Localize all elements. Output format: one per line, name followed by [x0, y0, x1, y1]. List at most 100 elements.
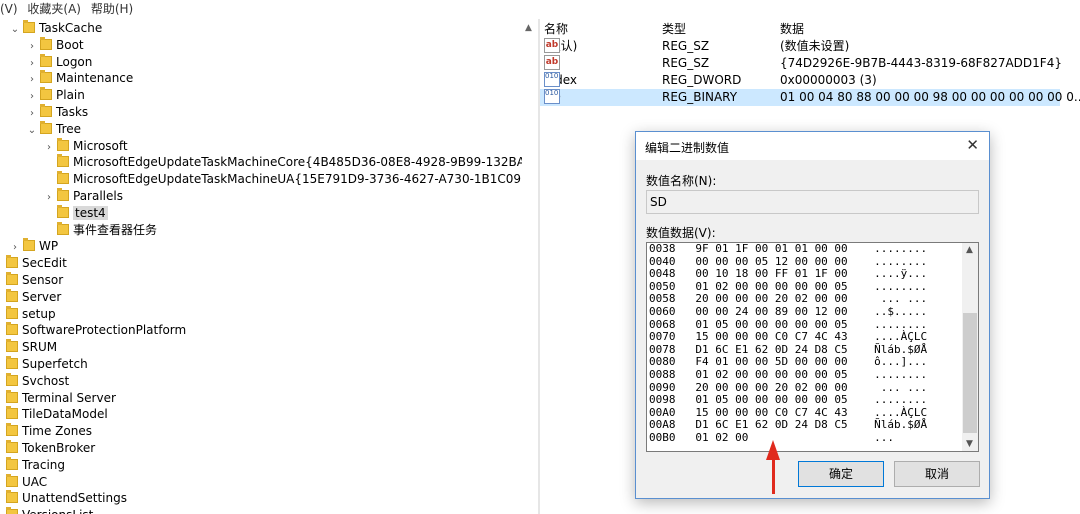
tree-node[interactable]: Superfetch: [0, 356, 88, 373]
tree-node[interactable]: MicrosoftEdgeUpdateTaskMachineCore{4B485…: [43, 154, 522, 171]
tree-node-label: Tasks: [56, 105, 89, 119]
tree-node[interactable]: › Plain: [26, 87, 85, 104]
close-icon[interactable]: ✕: [966, 136, 979, 154]
tree-node[interactable]: test4: [43, 204, 108, 222]
tree-node-label: TaskCache: [39, 21, 103, 35]
value-data-cell: 01 00 04 80 88 00 00 00 98 00 00 00 00 0…: [780, 90, 1080, 104]
cancel-button[interactable]: 取消: [894, 461, 980, 487]
tree-node[interactable]: › Maintenance: [26, 70, 133, 87]
tree-node[interactable]: › Tasks: [26, 104, 88, 121]
chevron-right-icon[interactable]: ›: [26, 71, 38, 88]
chevron-right-icon[interactable]: ›: [26, 105, 38, 122]
tree-node[interactable]: SRUM: [0, 339, 57, 356]
tree-node-label: UAC: [22, 474, 48, 489]
tree-node-label: Tree: [56, 121, 82, 136]
tree-node-label: VersionsList: [22, 508, 93, 514]
chevron-right-icon[interactable]: ›: [43, 139, 55, 156]
tree-node[interactable]: › Boot: [26, 36, 84, 55]
tree-node-label: Plain: [56, 88, 85, 103]
value-name-cell: ab (默认): [544, 38, 577, 55]
chevron-down-icon[interactable]: ⌄: [9, 21, 21, 38]
tree-node-label: SoftwareProtectionPlatform: [22, 323, 187, 338]
menu-view[interactable]: (V): [0, 2, 18, 16]
chevron-right-icon[interactable]: ›: [26, 55, 38, 72]
tree-node[interactable]: Svchost: [0, 372, 69, 390]
tree-node[interactable]: Sensor: [0, 272, 63, 289]
hex-line[interactable]: 0038 9F 01 1F 00 01 01 00 00 ........: [649, 243, 927, 256]
list-item[interactable]: ab (默认) REG_SZ (数值未设置): [540, 38, 1060, 55]
tree-node-label: setup: [22, 306, 56, 321]
tree-node[interactable]: SecEdit: [0, 255, 67, 272]
tree-node[interactable]: › WP: [9, 238, 58, 255]
ok-button[interactable]: 确定: [798, 461, 884, 487]
hex-line[interactable]: 0098 01 05 00 00 00 00 00 05 ........: [649, 394, 927, 407]
folder-icon: [23, 20, 35, 33]
chevron-right-icon[interactable]: ›: [43, 189, 55, 206]
dialog-titlebar[interactable]: 编辑二进制数值 ✕: [636, 132, 989, 160]
hex-editor[interactable]: ▲ ▼ 0038 9F 01 1F 00 01 01 00 00 .......…: [646, 242, 979, 452]
folder-icon: [40, 87, 52, 101]
tree-node-label: Boot: [56, 37, 84, 52]
chevron-right-icon[interactable]: ›: [26, 88, 38, 105]
folder-icon: [23, 238, 35, 252]
column-header-type[interactable]: 类型: [662, 21, 686, 38]
list-item[interactable]: abId REG_SZ {74D2926E-9B7B-4443-8319-68F82…: [540, 55, 1062, 72]
tree-node[interactable]: ⌄ TaskCache: [9, 20, 102, 37]
binary-value-icon: 010 110: [544, 89, 560, 104]
scroll-down-arrow-icon[interactable]: ▼: [966, 439, 973, 449]
tree-node[interactable]: Time Zones: [0, 423, 92, 440]
hex-line[interactable]: 0088 01 02 00 00 00 00 00 05 ........: [649, 368, 927, 382]
list-item[interactable]: 010 110SD REG_BINARY 01 00 04 80 88 00 00 …: [540, 89, 1080, 106]
list-item[interactable]: 010 110Index REG_DWORD 0x00000003 (3): [540, 72, 1060, 89]
hex-line[interactable]: 0048 00 10 18 00 FF 01 1F 00 ....ÿ...: [649, 268, 927, 281]
tree-node-label: MicrosoftEdgeUpdateTaskMachineCore{4B485…: [73, 155, 522, 170]
hex-line[interactable]: 0070 15 00 00 00 C0 C7 4C 43 ....ÀÇLC: [649, 331, 927, 344]
tree-node-label: MicrosoftEdgeUpdateTaskMachineUA{15E791D…: [73, 172, 522, 187]
tree-node[interactable]: setup: [0, 305, 56, 323]
tree-node[interactable]: › Microsoft: [43, 137, 128, 156]
chevron-right-icon[interactable]: ›: [26, 38, 38, 55]
hex-line[interactable]: 0060 00 00 24 00 89 00 12 00 ..$.....: [649, 305, 927, 319]
folder-icon: [57, 137, 69, 151]
tree-node[interactable]: UAC: [0, 473, 48, 491]
tree-node[interactable]: Terminal Server: [0, 389, 116, 407]
folder-icon: [57, 204, 69, 218]
value-name-cell: 010 110Index: [544, 72, 577, 89]
chevron-down-icon[interactable]: ⌄: [26, 122, 38, 139]
scroll-up-arrow-icon[interactable]: ▲: [966, 245, 973, 255]
tree-node[interactable]: UnattendSettings: [0, 490, 127, 507]
folder-icon: [6, 372, 18, 386]
tree-node-label: Microsoft: [73, 138, 128, 153]
string-value-icon: ab: [544, 38, 560, 53]
scroll-thumb[interactable]: [963, 313, 977, 433]
value-type-cell: REG_SZ: [662, 39, 710, 53]
tree-node-label: Terminal Server: [22, 390, 116, 405]
tree-node[interactable]: 事件查看器任务: [43, 221, 157, 239]
tree-scrollbar[interactable]: ▲: [522, 19, 539, 514]
column-header-name[interactable]: 名称: [544, 21, 568, 38]
menu-favorites[interactable]: 收藏夹(A): [27, 2, 81, 16]
binary-value-icon: 010 110: [544, 72, 560, 87]
scroll-up-arrow-icon[interactable]: ▲: [525, 23, 532, 33]
red-arrow-shaft: [772, 458, 775, 494]
tree-node[interactable]: VersionsList: [0, 507, 93, 514]
tree-node[interactable]: › Parallels: [43, 188, 123, 205]
tree-node[interactable]: ⌄ Tree: [26, 120, 82, 139]
tree-node-label: SecEdit: [22, 256, 67, 271]
column-header-data[interactable]: 数据: [780, 21, 804, 38]
chevron-right-icon[interactable]: ›: [9, 239, 21, 256]
hex-scrollbar[interactable]: ▲ ▼: [962, 243, 978, 451]
tree-node[interactable]: Server: [0, 288, 61, 306]
tree-node[interactable]: MicrosoftEdgeUpdateTaskMachineUA{15E791D…: [43, 171, 522, 188]
menu-help[interactable]: 帮助(H): [91, 2, 133, 16]
value-data-label: 数值数据(V):: [646, 226, 716, 240]
tree-node[interactable]: SoftwareProtectionPlatform: [0, 322, 186, 339]
value-name-field: SD: [646, 190, 979, 214]
tree-node[interactable]: TokenBroker: [0, 440, 95, 457]
tree-node[interactable]: Tracing: [0, 456, 65, 474]
folder-icon: [6, 288, 18, 302]
tree-node[interactable]: TileDataModel: [0, 406, 108, 423]
value-data-cell: (数值未设置): [780, 39, 850, 53]
tree-node[interactable]: › Logon: [26, 53, 92, 72]
folder-icon: [57, 221, 69, 235]
